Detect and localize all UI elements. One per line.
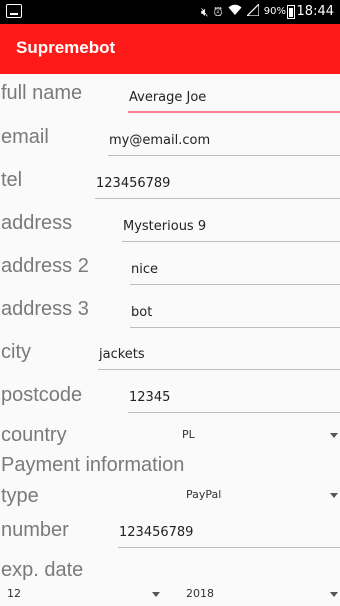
screenshot-notification-icon <box>6 4 22 18</box>
country-select[interactable]: PL <box>96 423 340 447</box>
dropdown-arrow-icon <box>330 493 338 498</box>
status-bar: 🔇︎ ⏰︎ 90% 18:44 <box>0 0 340 24</box>
mute-icon: 🔇︎ <box>200 5 209 19</box>
clock: 18:44 <box>296 4 334 19</box>
alarm-icon: ⏰︎ <box>213 5 223 19</box>
payment-type-selected-value: PayPal <box>186 488 222 501</box>
exp-month-selected-value: 12 <box>7 587 21 600</box>
app-bar: Supremebot <box>0 24 340 74</box>
postcode-label: postcode <box>1 384 83 406</box>
app-title: Supremebot <box>16 38 116 57</box>
tel-label: tel <box>1 169 23 191</box>
exp-year-selected-value: 2018 <box>186 587 214 600</box>
city-field[interactable]: jackets <box>98 340 340 370</box>
dropdown-arrow-icon <box>330 433 338 438</box>
battery-icon <box>287 5 295 19</box>
postcode-field[interactable]: 12345 <box>128 383 340 413</box>
card-number-field[interactable]: 123456789 <box>118 518 340 548</box>
exp-month-select[interactable]: 12 <box>0 582 170 606</box>
dropdown-arrow-icon <box>330 592 338 597</box>
shipping-form: full name Average Joe email my@email.com… <box>0 74 340 606</box>
email-label: email <box>1 126 49 148</box>
exp-year-select[interactable]: 2018 <box>178 582 340 606</box>
address-label: address <box>1 212 73 234</box>
country-label: country <box>1 424 67 446</box>
wifi-icon <box>228 3 242 21</box>
country-selected-value: PL <box>182 428 195 441</box>
exp-date-label: exp. date <box>1 559 84 581</box>
address-2-field[interactable]: nice <box>130 255 340 285</box>
city-label: city <box>1 341 31 363</box>
payment-section-title: Payment information <box>1 454 185 476</box>
status-icons: 🔇︎ ⏰︎ 90% <box>200 2 286 21</box>
full-name-label: full name <box>1 82 83 104</box>
address-field[interactable]: Mysterious 9 <box>122 212 340 242</box>
address-2-label: address 2 <box>1 255 89 277</box>
address-3-label: address 3 <box>1 298 89 320</box>
signal-icon <box>245 2 260 21</box>
battery-percent: 90% <box>263 6 286 17</box>
payment-type-select[interactable]: PayPal <box>96 483 340 507</box>
tel-field[interactable]: 123456789 <box>95 169 340 199</box>
address-3-field[interactable]: bot <box>130 298 340 328</box>
email-field[interactable]: my@email.com <box>108 126 340 156</box>
card-number-label: number <box>1 519 69 541</box>
payment-type-label: type <box>1 485 39 507</box>
dropdown-arrow-icon <box>152 592 160 597</box>
full-name-field[interactable]: Average Joe <box>128 83 340 113</box>
